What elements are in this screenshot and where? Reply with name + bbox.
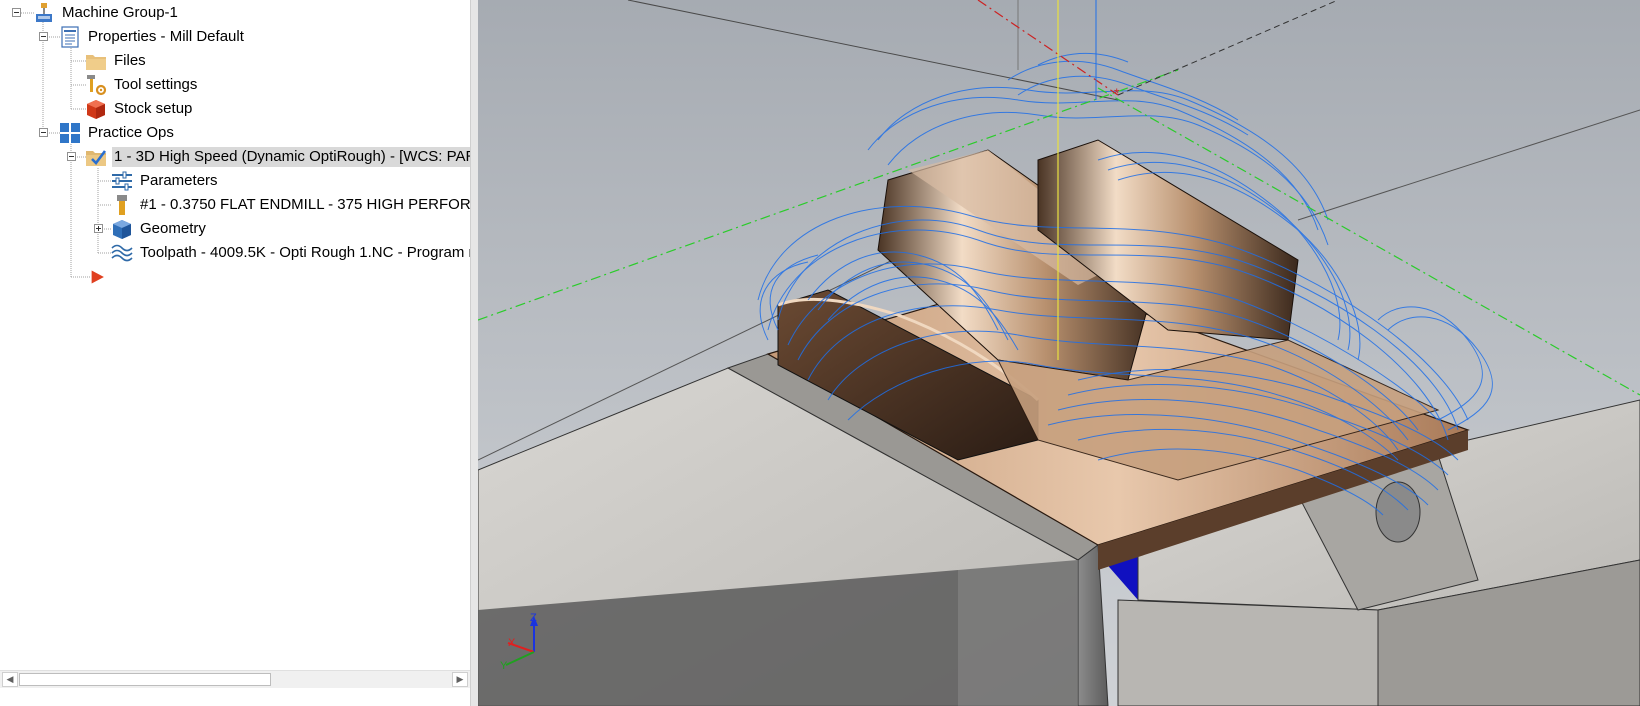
tree-item-files[interactable]: Files xyxy=(85,50,148,72)
insert-arrow[interactable] xyxy=(90,266,113,288)
tree-label-operation: 1 - 3D High Speed (Dynamic OptiRough) - … xyxy=(112,147,470,167)
operations-manager-panel: Machine Group-1 Properties - Mill Defaul… xyxy=(0,0,470,706)
operation-folder-icon xyxy=(86,150,107,166)
collapse-practice-ops[interactable] xyxy=(39,128,48,137)
tree-connector-lines xyxy=(21,12,112,278)
scroll-left-button[interactable]: ◀ xyxy=(2,672,18,687)
tree-label-properties: Properties - Mill Default xyxy=(88,28,244,45)
machine-icon xyxy=(36,3,52,22)
tree-label-geometry: Geometry xyxy=(140,220,206,237)
svg-text:*: * xyxy=(1114,85,1120,101)
tree-item-stock-setup[interactable]: Stock setup xyxy=(85,98,194,120)
toolpath-tree: Machine Group-1 Properties - Mill Defaul… xyxy=(0,0,470,670)
panel-splitter[interactable] xyxy=(470,0,478,706)
geometry-icon xyxy=(113,220,131,239)
tree-item-machine-group[interactable]: Machine Group-1 xyxy=(33,2,180,24)
tree-label-files: Files xyxy=(114,52,146,69)
stock-cube-icon xyxy=(87,100,105,119)
tree-label-practice-ops: Practice Ops xyxy=(88,124,174,141)
tree-item-properties[interactable]: Properties - Mill Default xyxy=(59,26,246,48)
folder-icon xyxy=(86,55,106,70)
tool-settings-icon xyxy=(87,75,107,96)
parameters-sliders-icon xyxy=(112,171,132,191)
scroll-right-button[interactable]: ▶ xyxy=(452,672,468,687)
tree-item-tool-settings[interactable]: Tool settings xyxy=(85,74,199,96)
expand-geometry[interactable] xyxy=(94,224,103,233)
insert-arrow-icon xyxy=(91,270,104,284)
tree-label-machine-group: Machine Group-1 xyxy=(62,4,178,21)
axis-label-x: X xyxy=(508,637,516,649)
tree-item-operation[interactable]: 1 - 3D High Speed (Dynamic OptiRough) - … xyxy=(85,146,470,168)
tree-horizontal-scrollbar[interactable]: ◀ ▶ xyxy=(0,670,470,688)
tree-item-geometry[interactable]: Geometry xyxy=(111,218,208,240)
axis-label-y: Y xyxy=(500,660,508,672)
collapse-operation[interactable] xyxy=(67,152,76,161)
tree-label-tool-settings: Tool settings xyxy=(114,76,198,93)
tree-label-stock-setup: Stock setup xyxy=(114,100,193,117)
tree-item-practice-ops[interactable]: Practice Ops xyxy=(59,122,176,144)
tree-item-parameters[interactable]: Parameters xyxy=(111,170,220,192)
axis-label-z: Z xyxy=(530,612,537,624)
collapse-machine-group[interactable] xyxy=(12,8,21,17)
toolpath-group-icon xyxy=(60,123,80,143)
tree-label-toolpath: Toolpath - 4009.5K - Opti Rough 1.NC - P… xyxy=(140,244,470,261)
properties-sheet-icon xyxy=(61,26,79,48)
tree-item-toolpath[interactable]: Toolpath - 4009.5K - Opti Rough 1.NC - P… xyxy=(111,242,470,264)
tree-label-parameters: Parameters xyxy=(140,172,218,189)
collapse-properties[interactable] xyxy=(39,32,48,41)
tree-item-tool[interactable]: #1 - 0.3750 FLAT ENDMILL - 375 HIGH PERF… xyxy=(111,194,470,216)
scroll-thumb[interactable] xyxy=(19,673,271,686)
toolpath-wave-icon xyxy=(111,244,133,262)
graphics-viewport[interactable]: * Z X Y xyxy=(478,0,1640,706)
3d-model-view: * Z X Y xyxy=(478,0,1640,706)
endmill-icon xyxy=(117,195,127,215)
tree-label-tool: #1 - 0.3750 FLAT ENDMILL - 375 HIGH PERF… xyxy=(140,196,470,213)
